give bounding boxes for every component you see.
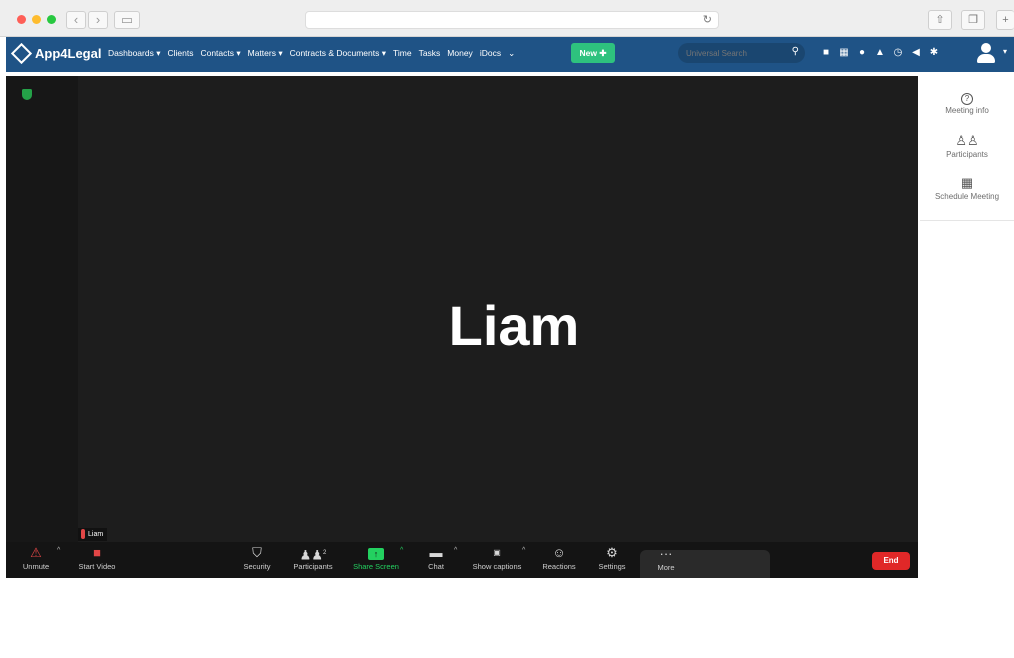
ellipsis-icon: ··· xyxy=(659,546,673,561)
menu-item-contracts-documents[interactable]: Contracts & Documents ▾ xyxy=(290,48,386,59)
gear-icon[interactable]: ✱ xyxy=(929,47,939,58)
share-screen-button[interactable]: ↑ Share Screen xyxy=(350,544,402,571)
start-video-button[interactable]: ■ Start Video xyxy=(74,544,120,571)
address-bar[interactable]: ↻ xyxy=(305,11,719,29)
captions-icon: ▣ xyxy=(493,548,501,557)
menu-item-matters[interactable]: Matters ▾ xyxy=(248,48,283,59)
chevron-right-icon: › xyxy=(95,12,101,27)
logo-text: App4Legal xyxy=(35,46,102,61)
tabs-button[interactable]: ❐ xyxy=(961,10,985,30)
forward-button[interactable]: › xyxy=(88,11,108,29)
search-icon[interactable]: ⚲ xyxy=(792,46,799,57)
minimize-window-button[interactable] xyxy=(32,15,41,24)
meeting-info-button[interactable]: ? Meeting info xyxy=(920,88,1014,115)
meeting-window: Liam Liam ⚠ Unmute ^ ■ Start Video ⛉ Sec… xyxy=(6,76,918,578)
participants-icon: ♙♙ xyxy=(955,133,979,148)
captions-options-caret-icon[interactable]: ^ xyxy=(522,547,525,554)
menu-item-tasks[interactable]: Tasks xyxy=(419,48,441,59)
schedule-meeting-button[interactable]: ▦ Schedule Meeting xyxy=(920,174,1014,201)
calendar-icon[interactable]: ▦ xyxy=(839,47,849,58)
user-menu-caret-icon[interactable]: ▾ xyxy=(1003,47,1007,56)
show-captions-button[interactable]: ▣ Show captions xyxy=(470,544,524,571)
chat-button[interactable]: ▬ Chat xyxy=(424,544,448,571)
bell-icon[interactable]: ▲ xyxy=(875,47,885,58)
new-button[interactable]: New ✚ xyxy=(571,43,615,63)
audio-options-caret-icon[interactable]: ^ xyxy=(57,547,60,554)
meeting-side-panel: ? Meeting info ♙♙ Participants ▦ Schedul… xyxy=(920,76,1014,221)
clock-icon[interactable]: ◷ xyxy=(893,47,903,58)
shield-icon[interactable] xyxy=(22,89,32,100)
browser-toolbar: ‹ › ▭ ↻ ⇧ ❐ + xyxy=(0,0,1014,37)
shield-icon: ⛉ xyxy=(252,545,262,560)
participants-panel-button[interactable]: ♙♙ Participants xyxy=(920,132,1014,159)
gear-icon: ⚙ xyxy=(606,545,618,560)
chat-options-caret-icon[interactable]: ^ xyxy=(454,547,457,554)
new-tab-button[interactable]: + xyxy=(996,10,1014,30)
tabs-icon: ❐ xyxy=(968,14,978,26)
user-avatar-icon[interactable] xyxy=(976,43,996,65)
close-window-button[interactable] xyxy=(17,15,26,24)
smiley-icon: ☺ xyxy=(552,545,566,560)
menu-item-clients[interactable]: Clients xyxy=(167,48,193,59)
video-camera-icon[interactable]: ■ xyxy=(821,47,831,58)
menu-item-dashboards[interactable]: Dashboards ▾ xyxy=(108,48,160,59)
share-options-caret-icon[interactable]: ^ xyxy=(400,547,403,554)
share-button[interactable]: ⇧ xyxy=(928,10,952,30)
back-button[interactable]: ‹ xyxy=(66,11,86,29)
chevron-left-icon: ‹ xyxy=(73,12,79,27)
menu-item-idocs[interactable]: iDocs xyxy=(480,48,501,59)
menu-item-time[interactable]: Time xyxy=(393,48,412,59)
universal-search[interactable]: ⚲ xyxy=(678,43,805,63)
nav-icon-group: ■ ▦ ● ▲ ◷ ◀ ✱ xyxy=(821,47,939,58)
participant-count: 2 xyxy=(322,550,327,556)
sidebar-icon: ▭ xyxy=(120,12,134,27)
search-input[interactable] xyxy=(678,44,778,58)
menu-more-chevron-icon[interactable]: ⌄ xyxy=(508,48,515,59)
more-button[interactable]: ··· More xyxy=(654,545,678,572)
settings-button[interactable]: ⚙ Settings xyxy=(596,544,628,571)
muted-microphone-icon: ⚠ xyxy=(30,545,42,560)
menu-item-money[interactable]: Money xyxy=(447,48,473,59)
participants-icon: ♟♟2 xyxy=(299,547,327,563)
participant-name-display: Liam xyxy=(448,294,580,357)
name-tag-label: Liam xyxy=(88,531,104,538)
reload-icon[interactable]: ↻ xyxy=(703,13,712,26)
plus-icon: + xyxy=(1002,14,1009,26)
reactions-button[interactable]: ☺ Reactions xyxy=(538,544,580,571)
security-button[interactable]: ⛉ Security xyxy=(240,544,274,571)
participant-name-tag: Liam xyxy=(78,528,108,541)
sidebar-toggle-button[interactable]: ▭ xyxy=(114,11,140,29)
calendar-icon: ▦ xyxy=(960,175,974,190)
app-logo[interactable]: App4Legal xyxy=(10,42,102,65)
menu-item-contacts[interactable]: Contacts ▾ xyxy=(200,48,240,59)
muted-mic-icon xyxy=(81,529,85,539)
end-meeting-button[interactable]: End xyxy=(872,552,910,570)
megaphone-icon[interactable]: ◀ xyxy=(911,47,921,58)
share-screen-icon: ↑ xyxy=(350,544,402,562)
chat-icon: ▬ xyxy=(429,545,443,560)
maximize-window-button[interactable] xyxy=(47,15,56,24)
main-menu: Dashboards ▾ Clients Contacts ▾ Matters … xyxy=(108,48,515,59)
participants-button[interactable]: ♟♟2 Participants xyxy=(290,544,336,571)
question-circle-icon: ? xyxy=(920,88,1014,106)
video-off-icon: ■ xyxy=(93,545,101,560)
logo-icon xyxy=(10,42,33,65)
meeting-toolbar: ⚠ Unmute ^ ■ Start Video ⛉ Security ♟♟2 … xyxy=(6,542,918,578)
chat-bubble-icon[interactable]: ● xyxy=(857,47,867,58)
app-navbar: App4Legal Dashboards ▾ Clients Contacts … xyxy=(6,37,1014,72)
unmute-button[interactable]: ⚠ Unmute xyxy=(18,544,54,571)
share-icon: ⇧ xyxy=(935,14,945,26)
